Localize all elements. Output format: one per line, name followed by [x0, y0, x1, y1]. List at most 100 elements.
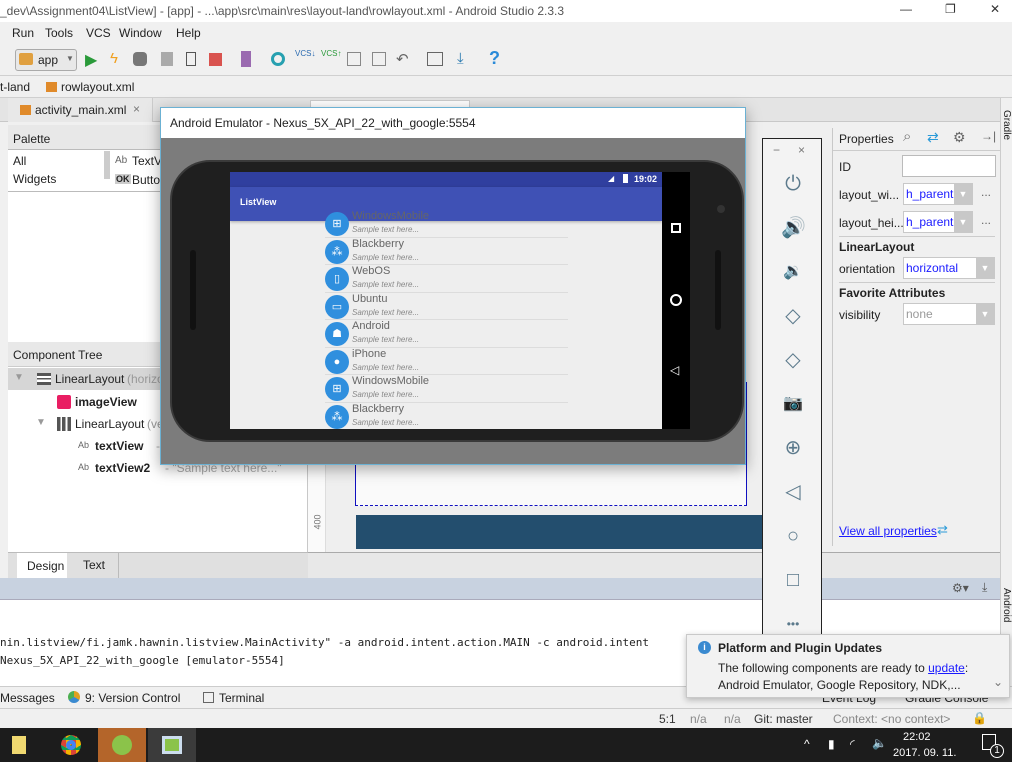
git-branch[interactable]: Git: master — [754, 712, 813, 726]
tab-version-control[interactable]: 9: Version Control — [85, 691, 180, 705]
list-item[interactable]: ▯ WebOS Sample text here... — [325, 265, 568, 293]
blueprint-preview[interactable] — [356, 515, 762, 549]
close-button[interactable]: ✕ — [990, 2, 1000, 16]
list-item[interactable]: ▭ Ubuntu Sample text here... — [325, 293, 568, 320]
context[interactable]: Context: <no context> — [833, 712, 950, 726]
run-config-select[interactable]: app ▼ — [15, 49, 77, 71]
volume-icon[interactable]: 🔈 — [872, 736, 887, 750]
close-tab-icon[interactable]: × — [133, 102, 140, 116]
more-button[interactable]: ... — [981, 185, 991, 199]
tab-activity-main[interactable]: activity_main.xml × — [8, 98, 153, 122]
line-separator[interactable]: n/a — [690, 712, 707, 726]
restore-button[interactable]: ❐ — [945, 2, 956, 16]
overview-button[interactable] — [671, 223, 681, 233]
power-icon[interactable]: ⏻ — [781, 172, 805, 196]
id-input[interactable] — [902, 155, 996, 177]
clock-date[interactable]: 2017. 09. 11. — [893, 747, 956, 759]
layout-height-select[interactable]: h_parent ▼ — [903, 211, 973, 233]
list-item[interactable]: ☗ Android Sample text here... — [325, 320, 568, 348]
chevron-down-icon[interactable]: ⌄ — [993, 675, 1003, 689]
debug-icon[interactable] — [133, 52, 147, 66]
project-structure-icon[interactable] — [427, 52, 443, 66]
volume-down-icon[interactable]: 🔉 — [781, 260, 805, 284]
vcs-update-icon[interactable]: VCS↓ — [295, 49, 315, 58]
caret-position[interactable]: 5:1 — [659, 712, 676, 726]
history-icon[interactable] — [347, 52, 361, 66]
menu-vcs[interactable]: VCS — [86, 26, 111, 40]
back-button[interactable]: ◁ — [670, 363, 679, 377]
close-emulator-button[interactable]: × — [798, 143, 805, 157]
sdk-manager-icon[interactable]: ⤓ — [457, 50, 464, 67]
profile-icon[interactable] — [161, 52, 173, 66]
home-button[interactable] — [670, 294, 682, 306]
attach-debugger-icon[interactable] — [186, 52, 196, 66]
vcs-commit-icon[interactable]: VCS↑ — [321, 49, 341, 58]
back-icon[interactable]: ◁ — [781, 480, 805, 504]
home-icon[interactable]: ○ — [781, 524, 805, 548]
list-item[interactable]: ⁂ Blackberry Sample text here... — [325, 403, 568, 430]
list-item[interactable]: ⁂ Blackberry Sample text here... — [325, 238, 568, 265]
clock-time[interactable]: 22:02 — [903, 731, 931, 743]
gradle-tab[interactable]: Gradle — [1001, 110, 1012, 140]
instant-run-icon[interactable]: ϟ — [110, 50, 118, 67]
battery-icon[interactable]: ▮ — [828, 737, 835, 751]
help-icon[interactable]: ? — [489, 48, 500, 69]
swap-icon[interactable]: ⇄ — [927, 129, 939, 146]
tab-design[interactable]: Design — [17, 553, 67, 579]
tab-messages[interactable]: Messages — [0, 691, 55, 705]
encoding[interactable]: n/a — [724, 712, 741, 726]
update-notification[interactable]: i Platform and Plugin Updates The follow… — [686, 634, 1010, 698]
list-item[interactable]: ⊞ WindowsMobile Sample text here... — [325, 375, 568, 403]
visibility-select[interactable]: none ▼ — [903, 303, 995, 325]
gear-icon[interactable]: ⚙▾ — [952, 581, 969, 595]
emulator-taskbar-button[interactable] — [148, 728, 196, 762]
palette-category-widgets[interactable]: Widgets — [13, 172, 56, 186]
undo-icon[interactable]: ↶ — [396, 50, 409, 68]
layout-width-select[interactable]: h_parent ▼ — [903, 183, 973, 205]
expand-icon[interactable]: ▼ — [36, 417, 46, 428]
show-hidden-icons[interactable]: ^ — [804, 737, 810, 751]
stop-icon[interactable] — [209, 53, 222, 66]
revert-icon[interactable] — [372, 52, 386, 66]
run-icon[interactable]: ▶ — [85, 50, 97, 70]
expand-icon[interactable]: ▼ — [14, 372, 24, 383]
menu-run[interactable]: Run — [12, 26, 34, 40]
search-icon[interactable]: ⌕ — [903, 128, 911, 145]
chrome-icon[interactable] — [61, 735, 81, 755]
lock-icon[interactable]: 🔒 — [972, 711, 987, 725]
overview-icon[interactable]: □ — [781, 568, 805, 592]
gear-icon[interactable]: ⚙ — [953, 129, 966, 146]
palette-category-all[interactable]: All — [13, 154, 26, 168]
tab-terminal[interactable]: Terminal — [219, 691, 264, 705]
orientation-select[interactable]: horizontal ▼ — [903, 257, 995, 279]
menu-window[interactable]: Window — [119, 26, 162, 40]
hide-panel-icon[interactable]: →| — [981, 129, 996, 143]
list-item[interactable]: ⊞ WindowsMobile Sample text here... — [325, 210, 568, 238]
rotate-right-icon[interactable]: ◇ — [781, 348, 805, 372]
menu-help[interactable]: Help — [176, 26, 201, 40]
hide-icon[interactable]: ⤓ — [982, 580, 987, 595]
device-screen[interactable]: ◢ 19:02 ListView ⊞ WindowsMobile Sample te… — [230, 172, 662, 429]
breadcrumb-item[interactable]: rowlayout.xml — [61, 80, 134, 94]
view-all-properties-link[interactable]: View all properties — [839, 524, 937, 538]
avd-manager-icon[interactable] — [241, 51, 251, 67]
tab-text[interactable]: Text — [69, 553, 119, 579]
update-link[interactable]: update — [928, 661, 965, 675]
menu-tools[interactable]: Tools — [45, 26, 73, 40]
list-item[interactable]: ● iPhone Sample text here... — [325, 348, 568, 375]
minimize-button[interactable]: — — [900, 2, 912, 16]
sync-icon[interactable] — [271, 52, 285, 66]
sticky-notes-icon[interactable] — [12, 736, 26, 754]
breadcrumb-item[interactable]: t-land — [0, 80, 30, 94]
palette-scrollbar[interactable] — [104, 151, 110, 179]
wifi-icon[interactable]: ◜ — [850, 737, 855, 751]
volume-up-icon[interactable]: 🔊 — [781, 216, 806, 240]
zoom-icon[interactable]: ⊕ — [781, 436, 805, 460]
emulator-title-bar[interactable]: Android Emulator - Nexus_5X_API_22_with_… — [161, 108, 745, 138]
android-model-tab[interactable]: Android — [1001, 588, 1012, 622]
rotate-left-icon[interactable]: ◇ — [781, 304, 805, 328]
minimize-emulator-button[interactable]: − — [773, 143, 780, 157]
android-studio-taskbar-button[interactable] — [98, 728, 146, 762]
camera-icon[interactable]: 📷 — [781, 392, 805, 416]
list-view[interactable]: ⊞ WindowsMobile Sample text here... ⁂ Blackb… — [230, 210, 662, 429]
